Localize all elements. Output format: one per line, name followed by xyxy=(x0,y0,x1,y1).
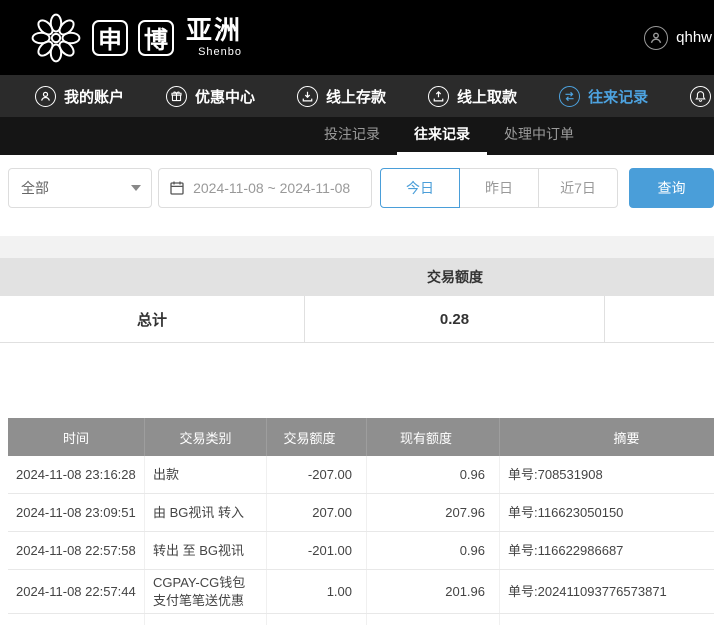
calendar-icon xyxy=(169,180,185,196)
table-row: 2024-11-08 22:57:44CGPAY-CG钱包支付笔笔送优惠1.00… xyxy=(8,570,714,614)
column-header-summary: 摘要 xyxy=(500,418,714,456)
summary-table: 交易额度 总计 0.28 xyxy=(0,258,714,343)
nav-label: 我的账户 xyxy=(64,86,124,107)
column-header-balance: 现有额度 xyxy=(367,418,500,456)
nav-label: 线上取款 xyxy=(457,86,517,107)
summary-header-label: 交易额度 xyxy=(305,267,605,287)
withdraw-icon xyxy=(428,86,449,107)
tab-transaction-records[interactable]: 往来记录 xyxy=(397,117,487,155)
table-cell: 200.96 xyxy=(367,614,500,625)
records-table-body: 2024-11-08 23:16:28出款-207.000.96单号:70853… xyxy=(8,456,714,625)
nav-item-my-account[interactable]: 我的账户 xyxy=(14,75,145,117)
main-navigation: 我的账户 优惠中心 线上存款 线上取款 xyxy=(0,75,714,117)
tab-processing-orders[interactable]: 处理中订单 xyxy=(487,117,591,155)
records-icon xyxy=(559,86,580,107)
brand-char-box-2: 博 xyxy=(138,20,174,56)
today-button[interactable]: 今日 xyxy=(380,168,460,208)
table-row: 2024-11-08 22:57:44CGPAY支付200.00200.96单号… xyxy=(8,614,714,625)
column-header-amount: 交易额度 xyxy=(267,418,367,456)
brand-char-box-1: 申 xyxy=(92,20,128,56)
section-divider xyxy=(0,236,714,258)
tab-betting-records[interactable]: 投注记录 xyxy=(307,117,397,155)
table-cell: 单号:202411093776573871 xyxy=(500,614,714,625)
category-select[interactable]: 全部 xyxy=(8,168,152,208)
table-cell: 2024-11-08 22:57:58 xyxy=(8,532,145,569)
table-cell: 0.96 xyxy=(367,456,500,493)
records-subnav: 投注记录 往来记录 处理中订单 xyxy=(0,117,714,155)
table-cell: 2024-11-08 22:57:44 xyxy=(8,614,145,625)
table-cell: 2024-11-08 23:16:28 xyxy=(8,456,145,493)
column-header-time: 时间 xyxy=(8,418,145,456)
search-button[interactable]: 查询 xyxy=(629,168,714,208)
flower-logo-icon xyxy=(30,12,82,64)
column-header-type: 交易类别 xyxy=(145,418,267,456)
table-cell: 单号:116623050150 xyxy=(500,494,714,531)
user-icon xyxy=(35,86,56,107)
top-header: 申 博 亚洲 Shenbo qhhw xyxy=(0,0,714,75)
table-cell: 2024-11-08 23:09:51 xyxy=(8,494,145,531)
table-cell: 0.96 xyxy=(367,532,500,569)
brand-subtitle: Shenbo xyxy=(198,46,242,58)
table-cell: 207.96 xyxy=(367,494,500,531)
user-avatar-icon xyxy=(644,26,668,50)
summary-header-row: 交易额度 xyxy=(0,258,714,296)
summary-empty-cell xyxy=(605,296,714,342)
table-cell: 单号:708531908 xyxy=(500,456,714,493)
nav-item-messages[interactable]: 信 xyxy=(669,75,714,117)
date-range-picker[interactable]: 2024-11-08 ~ 2024-11-08 xyxy=(158,168,372,208)
quick-date-buttons: 今日 昨日 近7日 xyxy=(380,168,618,208)
brand-region-text: 亚洲 xyxy=(186,17,242,43)
bell-icon xyxy=(690,86,711,107)
nav-label: 往来记录 xyxy=(588,86,648,107)
table-cell: -207.00 xyxy=(267,456,367,493)
nav-item-deposit[interactable]: 线上存款 xyxy=(276,75,407,117)
table-cell: 出款 xyxy=(145,456,267,493)
summary-total-value: 0.28 xyxy=(305,296,605,342)
summary-total-label: 总计 xyxy=(0,296,305,342)
table-cell: 转出 至 BG视讯 xyxy=(145,532,267,569)
table-cell: 单号:202411093776573871 xyxy=(500,570,714,613)
brand-logo[interactable]: 申 博 亚洲 Shenbo xyxy=(30,12,242,64)
table-cell: 201.96 xyxy=(367,570,500,613)
table-cell: 200.00 xyxy=(267,614,367,625)
deposit-icon xyxy=(297,86,318,107)
filter-bar: 全部 2024-11-08 ~ 2024-11-08 今日 昨日 近7日 查询 xyxy=(0,155,714,221)
table-cell: 1.00 xyxy=(267,570,367,613)
last-7-days-button[interactable]: 近7日 xyxy=(538,168,618,208)
yesterday-button[interactable]: 昨日 xyxy=(459,168,539,208)
records-table-header: 时间 交易类别 交易额度 现有额度 摘要 xyxy=(8,418,714,456)
table-cell: 单号:116622986687 xyxy=(500,532,714,569)
table-row: 2024-11-08 22:57:58转出 至 BG视讯-201.000.96单… xyxy=(8,532,714,570)
category-select-value: 全部 xyxy=(21,178,49,198)
nav-item-promotions[interactable]: 优惠中心 xyxy=(145,75,276,117)
nav-item-transaction-records[interactable]: 往来记录 xyxy=(538,75,669,117)
date-range-text: 2024-11-08 ~ 2024-11-08 xyxy=(193,180,350,196)
nav-item-withdraw[interactable]: 线上取款 xyxy=(407,75,538,117)
table-cell: CGPAY支付 xyxy=(145,614,267,625)
table-cell: 207.00 xyxy=(267,494,367,531)
nav-label: 优惠中心 xyxy=(195,86,255,107)
table-row: 2024-11-08 23:16:28出款-207.000.96单号:70853… xyxy=(8,456,714,494)
chevron-down-icon xyxy=(131,185,141,191)
records-table: 时间 交易类别 交易额度 现有额度 摘要 2024-11-08 23:16:28… xyxy=(8,418,714,625)
table-cell: CGPAY-CG钱包支付笔笔送优惠 xyxy=(145,570,267,613)
table-cell: 2024-11-08 22:57:44 xyxy=(8,570,145,613)
nav-label: 线上存款 xyxy=(326,86,386,107)
user-account-area[interactable]: qhhw xyxy=(644,0,714,75)
summary-total-row: 总计 0.28 xyxy=(0,296,714,343)
table-cell: 由 BG视讯 转入 xyxy=(145,494,267,531)
brand-region-block: 亚洲 Shenbo xyxy=(186,17,242,58)
table-cell: -201.00 xyxy=(267,532,367,569)
username-text: qhhw xyxy=(676,29,712,46)
gift-icon xyxy=(166,86,187,107)
table-row: 2024-11-08 23:09:51由 BG视讯 转入207.00207.96… xyxy=(8,494,714,532)
